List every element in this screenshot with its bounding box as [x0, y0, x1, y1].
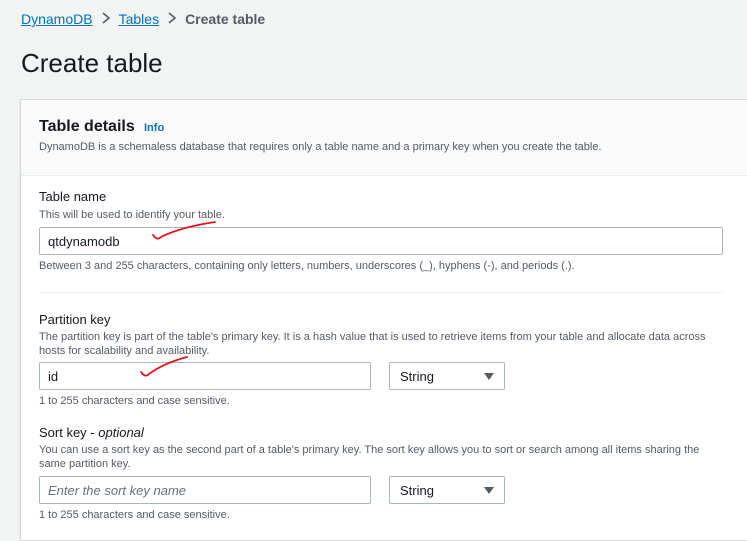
table-name-input[interactable]	[39, 227, 723, 255]
panel-header: Table details Info DynamoDB is a schemal…	[21, 100, 747, 176]
partition-key-description: The partition key is part of the table's…	[39, 331, 706, 357]
breadcrumb-tables[interactable]: Tables	[119, 11, 159, 27]
partition-key-label: Partition key	[39, 312, 111, 327]
sort-key-type-value: String	[400, 482, 434, 498]
partition-key-type-value: String	[400, 368, 434, 384]
caret-down-icon	[484, 487, 494, 494]
table-details-panel: Table details Info DynamoDB is a schemal…	[20, 99, 747, 541]
partition-key-type-select[interactable]: String	[389, 362, 505, 390]
partition-key-constraint: 1 to 255 characters and case sensitive.	[39, 395, 230, 407]
table-name-label: Table name	[39, 189, 107, 204]
info-link[interactable]: Info	[144, 122, 164, 134]
chevron-right-icon	[97, 11, 115, 27]
breadcrumb: DynamoDB Tables Create table	[21, 11, 265, 27]
table-name-description: This will be used to identify your table…	[39, 209, 225, 221]
sort-key-type-select[interactable]: String	[389, 476, 505, 504]
chevron-right-icon	[163, 11, 181, 27]
panel-description: DynamoDB is a schemaless database that r…	[39, 141, 602, 153]
partition-key-input[interactable]	[39, 362, 371, 390]
breadcrumb-dynamodb[interactable]: DynamoDB	[21, 11, 93, 27]
sort-key-optional: optional	[98, 425, 144, 440]
section-divider	[39, 292, 722, 293]
sort-key-description: You can use a sort key as the second par…	[39, 444, 700, 470]
panel-title: Table details	[39, 118, 135, 135]
sort-key-constraint: 1 to 255 characters and case sensitive.	[39, 509, 230, 521]
caret-down-icon	[484, 373, 494, 380]
sort-key-label-text: Sort key	[39, 425, 87, 440]
page-title: Create table	[21, 48, 163, 78]
sort-key-label: Sort key - optional	[39, 425, 144, 440]
table-name-constraint: Between 3 and 255 characters, containing…	[39, 260, 575, 272]
sort-key-input[interactable]	[39, 476, 371, 504]
breadcrumb-current: Create table	[185, 11, 266, 27]
